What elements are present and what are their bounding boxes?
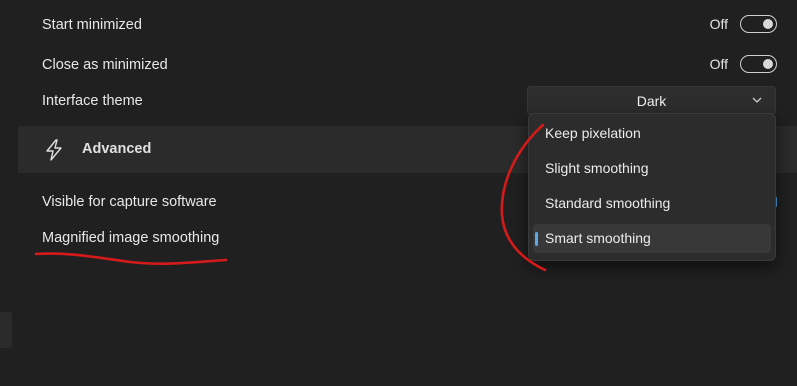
interface-theme-label: Interface theme	[42, 93, 143, 109]
smoothing-dropdown-menu: Keep pixelation Slight smoothing Standar…	[528, 113, 776, 261]
dropdown-option-label: Standard smoothing	[545, 195, 671, 211]
dropdown-option-label: Slight smoothing	[545, 160, 649, 176]
scroll-edge	[0, 312, 12, 348]
close-minimized-state: Off	[709, 56, 728, 72]
theme-combobox-value: Dark	[636, 93, 667, 109]
start-minimized-toggle-group[interactable]: Off	[710, 15, 777, 33]
lightning-bolt-icon	[46, 139, 62, 161]
dropdown-option-smart-smoothing[interactable]: Smart smoothing	[533, 224, 771, 253]
image-smoothing-label: Magnified image smoothing	[42, 230, 220, 246]
theme-combobox[interactable]: Dark	[527, 86, 776, 115]
dropdown-option-standard-smoothing[interactable]: Standard smoothing	[533, 189, 771, 218]
annotation-underline	[34, 252, 228, 266]
start-minimized-label: Start minimized	[42, 17, 142, 33]
selected-indicator	[535, 232, 538, 246]
dropdown-option-keep-pixelation[interactable]: Keep pixelation	[533, 119, 771, 148]
start-minimized-state: Off	[709, 16, 728, 32]
visible-capture-label: Visible for capture software	[42, 194, 217, 210]
dropdown-option-label: Smart smoothing	[545, 230, 651, 246]
chevron-down-icon	[752, 97, 762, 103]
advanced-section-title: Advanced	[82, 141, 152, 157]
dropdown-option-label: Keep pixelation	[545, 125, 641, 141]
toggle-knob	[763, 18, 773, 29]
settings-page: Start minimized Off Close as minimized O…	[0, 0, 797, 386]
close-minimized-toggle[interactable]	[740, 55, 777, 73]
close-minimized-label: Close as minimized	[42, 57, 168, 73]
start-minimized-toggle[interactable]	[740, 15, 777, 33]
dropdown-option-slight-smoothing[interactable]: Slight smoothing	[533, 154, 771, 183]
close-minimized-toggle-group[interactable]: Off	[710, 55, 777, 73]
toggle-knob	[763, 58, 773, 69]
